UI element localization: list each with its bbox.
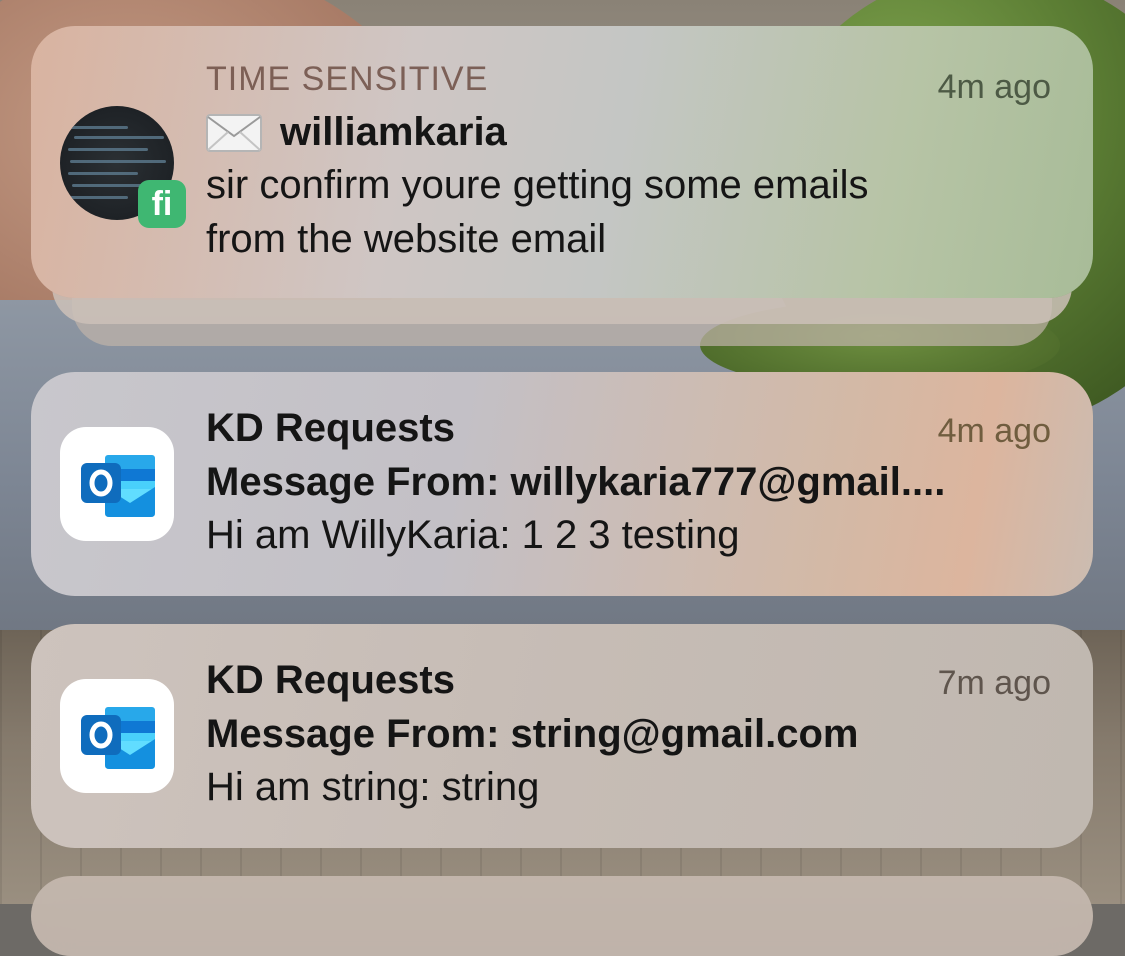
notification-card-kd-requests-1[interactable]: KD Requests 4m ago Message From: willyka… — [31, 372, 1093, 596]
notification-body-line-1: sir confirm youre getting some emails — [206, 163, 869, 207]
outlook-icon — [60, 679, 174, 793]
app-title: KD Requests — [206, 658, 455, 702]
app-title: KD Requests — [206, 406, 455, 450]
message-preview: Hi am WillyKaria: 1 2 3 testing — [206, 513, 740, 557]
message-preview: Hi am string: string — [206, 765, 540, 809]
outlook-icon — [60, 427, 174, 541]
message-subject: Message From: string@gmail.com — [206, 712, 859, 756]
sender-name: williamkaria — [280, 110, 507, 154]
notification-card-partial[interactable] — [31, 876, 1093, 956]
outlook-logo — [81, 455, 155, 517]
notification-card-time-sensitive[interactable]: fi TIME SENSITIVE 4m ago williamkaria si… — [31, 26, 1093, 298]
time-sensitive-label: TIME SENSITIVE — [206, 60, 489, 98]
envelope-icon — [206, 113, 262, 152]
message-subject: Message From: willykaria777@gmail.... — [206, 460, 946, 504]
sender-line: williamkaria — [206, 110, 507, 155]
notification-time: 7m ago — [937, 664, 1051, 702]
notification-card-kd-requests-2[interactable]: KD Requests 7m ago Message From: string@… — [31, 624, 1093, 848]
notification-body-line-2: from the website email — [206, 217, 607, 261]
notification-time: 4m ago — [937, 68, 1051, 106]
fiverr-badge-icon: fi — [138, 180, 186, 228]
outlook-logo — [81, 707, 155, 769]
notification-time: 4m ago — [937, 412, 1051, 450]
